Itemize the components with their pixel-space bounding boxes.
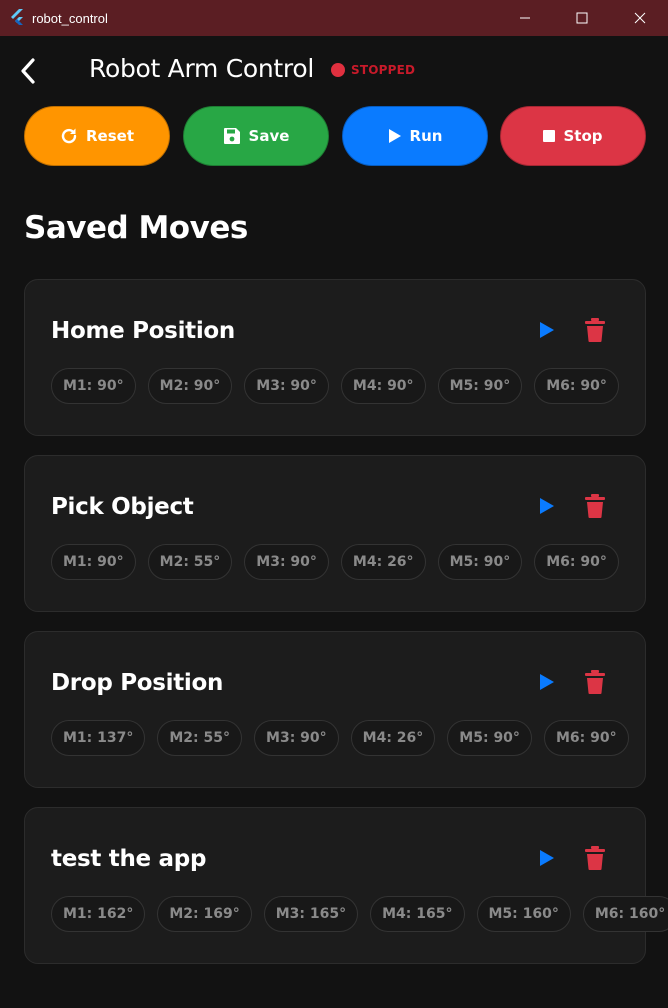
status-indicator: STOPPED [331,63,415,77]
stop-label: Stop [563,127,603,145]
play-move-button[interactable] [534,494,560,518]
reset-button[interactable]: Reset [24,106,170,166]
minimize-button[interactable] [502,0,548,36]
maximize-icon [576,12,588,24]
close-button[interactable] [617,0,663,36]
move-card: test the app M1: 162° M2: 169° M3: 165° M4:… [24,807,668,964]
save-label: Save [248,127,290,145]
back-button[interactable] [14,56,42,86]
motor-chip: M5: 90° [437,368,523,404]
motor-chip: M1: 137° [51,720,146,756]
motor-chip: M2: 55° [147,544,233,580]
motor-chip: M2: 90° [147,368,233,404]
move-card: Drop Position M1: 137° M2: 55° M3: 90° M4: … [24,631,646,788]
motor-chip: M4: 26° [340,544,426,580]
move-card: Pick Object M1: 90° M2: 55° M3: 90° M4: 26°… [24,455,646,612]
play-icon [388,128,402,144]
motor-chip: M1: 162° [51,896,146,932]
run-button[interactable]: Run [342,106,488,166]
play-icon [540,498,554,514]
minimize-icon [520,17,530,19]
close-icon [634,12,646,24]
window-title: robot_control [32,10,108,26]
action-buttons: Reset Save Run Stop [24,106,646,166]
play-move-button[interactable] [534,318,560,342]
motor-chip: M3: 90° [244,368,329,404]
back-arrow-icon [21,58,35,84]
move-name: Pick Object [51,494,194,520]
stop-icon [543,130,556,142]
run-label: Run [409,127,443,145]
delete-move-button[interactable] [583,492,607,520]
move-name: test the app [51,846,207,872]
section-title: Saved Moves [24,210,248,246]
motor-chip: M5: 90° [437,544,523,580]
motor-chip: M5: 160° [476,896,571,932]
save-icon [223,127,241,145]
status-dot-icon [331,63,345,77]
refresh-icon [60,127,78,145]
motor-chip: M3: 90° [244,544,329,580]
motor-chip: M1: 90° [51,368,136,404]
motor-chip: M2: 55° [157,720,243,756]
play-icon [540,850,554,866]
app-bar: Robot Arm Control STOPPED [0,36,668,106]
maximize-button[interactable] [559,0,605,36]
motor-chip: M4: 26° [350,720,436,756]
play-move-button[interactable] [534,670,560,694]
motor-chip: M3: 165° [263,896,359,932]
delete-move-button[interactable] [583,316,607,344]
motor-chip: M4: 90° [340,368,426,404]
flutter-logo-icon [11,9,23,25]
reset-label: Reset [86,127,134,145]
page-title: Robot Arm Control [89,54,314,83]
motor-chips: M1: 90° M2: 55° M3: 90° M4: 26° M5: 90° M6: 9… [51,544,631,580]
trash-icon [585,670,605,694]
motor-chip: M6: 90° [543,720,629,756]
motor-chip: M3: 90° [254,720,339,756]
move-name: Home Position [51,318,236,344]
motor-chip: M6: 160° [582,896,668,932]
motor-chip: M6: 90° [534,368,619,404]
trash-icon [585,494,605,518]
motor-chip: M4: 165° [370,896,465,932]
trash-icon [585,846,605,870]
motor-chips: M1: 137° M2: 55° M3: 90° M4: 26° M5: 90° M6: … [51,720,641,756]
trash-icon [585,318,605,342]
play-icon [540,674,554,690]
stop-button[interactable]: Stop [500,106,646,166]
move-card: Home Position M1: 90° M2: 90° M3: 90° M4: 9… [24,279,646,436]
motor-chips: M1: 162° M2: 169° M3: 165° M4: 165° M5: 160°… [51,896,668,932]
motor-chip: M2: 169° [157,896,252,932]
motor-chip: M6: 90° [534,544,619,580]
play-move-button[interactable] [534,846,560,870]
motor-chip: M1: 90° [51,544,136,580]
save-button[interactable]: Save [183,106,329,166]
motor-chip: M5: 90° [447,720,532,756]
move-name: Drop Position [51,670,224,696]
motor-chips: M1: 90° M2: 90° M3: 90° M4: 90° M5: 90° M6: 9… [51,368,631,404]
delete-move-button[interactable] [583,844,607,872]
play-icon [540,322,554,338]
delete-move-button[interactable] [583,668,607,696]
window-titlebar: robot_control [0,0,668,36]
status-text: STOPPED [351,63,416,77]
